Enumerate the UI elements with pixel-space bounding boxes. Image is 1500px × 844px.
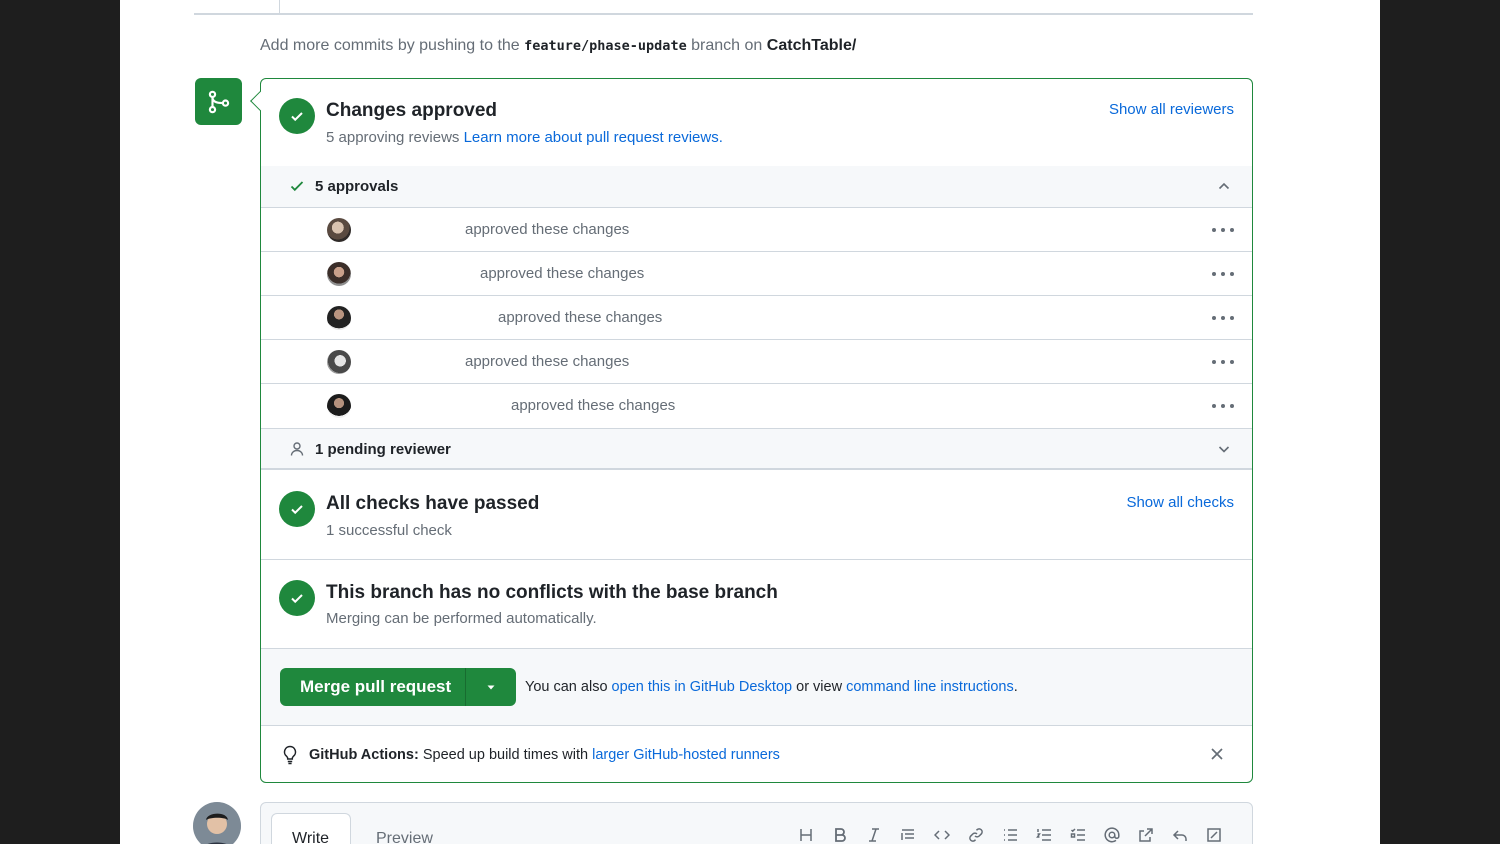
unordered-list-icon[interactable] bbox=[1000, 825, 1020, 844]
merge-section: Merge pull request You can also open thi… bbox=[261, 648, 1252, 725]
light-bulb-icon bbox=[281, 745, 299, 770]
review-title: Changes approved bbox=[326, 100, 498, 121]
conflicts-title: This branch has no conflicts with the ba… bbox=[326, 582, 778, 603]
cross-reference-icon[interactable] bbox=[1136, 825, 1156, 844]
link-icon[interactable] bbox=[966, 825, 986, 844]
kebab-horizontal-icon[interactable] bbox=[1212, 396, 1234, 416]
avatar[interactable] bbox=[327, 306, 351, 330]
approvals-label: 5 approvals bbox=[315, 178, 399, 195]
approval-text: approved these changes bbox=[498, 309, 663, 326]
approval-text: approved these changes bbox=[465, 353, 630, 370]
avatar[interactable] bbox=[327, 262, 351, 286]
comment-editor: Write Preview bbox=[260, 802, 1253, 844]
person-icon bbox=[289, 441, 305, 462]
quote-icon[interactable] bbox=[898, 825, 918, 844]
approval-text: approved these changes bbox=[480, 265, 645, 282]
actions-label: GitHub Actions: bbox=[309, 747, 419, 763]
checks-title: All checks have passed bbox=[326, 493, 540, 514]
timeline-line bbox=[279, 0, 280, 13]
code-icon[interactable] bbox=[932, 825, 952, 844]
close-icon[interactable] bbox=[1210, 747, 1224, 766]
conflicts-subtitle: Merging can be performed automatically. bbox=[326, 610, 597, 627]
repo-name: CatchTable/ bbox=[766, 37, 857, 54]
merge-button-group: Merge pull request bbox=[280, 668, 516, 706]
kebab-horizontal-icon[interactable] bbox=[1212, 220, 1234, 240]
avatar[interactable] bbox=[327, 350, 351, 374]
push-hint: Add more commits by pushing to the featu… bbox=[260, 37, 856, 55]
approval-row: approved these changes bbox=[261, 339, 1252, 383]
merge-pull-request-button[interactable]: Merge pull request bbox=[280, 668, 466, 706]
review-count: 5 approving reviews bbox=[326, 129, 460, 146]
approval-row: approved these changes bbox=[261, 251, 1252, 295]
also-prefix: You can also bbox=[525, 679, 608, 695]
check-icon bbox=[289, 178, 305, 199]
show-all-reviewers-link[interactable]: Show all reviewers bbox=[1109, 101, 1234, 118]
pull-request-page: Add more commits by pushing to the featu… bbox=[120, 0, 1380, 844]
approvals-header[interactable]: 5 approvals bbox=[261, 166, 1252, 207]
kebab-horizontal-icon[interactable] bbox=[1212, 352, 1234, 372]
larger-runners-link[interactable]: larger GitHub-hosted runners bbox=[592, 747, 780, 763]
actions-tip-section: GitHub Actions: Speed up build times wit… bbox=[261, 725, 1252, 782]
tab-preview[interactable]: Preview bbox=[376, 813, 433, 844]
pending-reviewer-label: 1 pending reviewer bbox=[315, 441, 451, 458]
approval-text: approved these changes bbox=[511, 397, 676, 414]
task-list-icon[interactable] bbox=[1068, 825, 1088, 844]
check-circle-icon bbox=[279, 491, 315, 527]
branch-name: feature/phase-update bbox=[524, 38, 687, 54]
command-line-link[interactable]: command line instructions bbox=[846, 679, 1014, 695]
triangle-down-icon bbox=[487, 685, 495, 690]
approval-row: approved these changes bbox=[261, 207, 1252, 251]
avatar[interactable] bbox=[327, 394, 351, 418]
chevron-up-icon[interactable] bbox=[1216, 178, 1232, 199]
actions-tip: GitHub Actions: Speed up build times wit… bbox=[309, 747, 780, 763]
show-all-checks-link[interactable]: Show all checks bbox=[1126, 494, 1234, 511]
review-subtitle: 5 approving reviews Learn more about pul… bbox=[326, 129, 723, 146]
check-circle-icon bbox=[279, 98, 315, 134]
avatar[interactable] bbox=[193, 802, 241, 844]
kebab-horizontal-icon[interactable] bbox=[1212, 264, 1234, 284]
heading-icon[interactable] bbox=[796, 825, 816, 844]
or-view-text: or view bbox=[796, 679, 843, 695]
push-hint-middle: branch on bbox=[691, 37, 763, 54]
push-hint-prefix: Add more commits by pushing to the bbox=[260, 37, 520, 54]
fullscreen-icon[interactable] bbox=[1204, 825, 1224, 844]
ordered-list-icon[interactable] bbox=[1034, 825, 1054, 844]
learn-more-link[interactable]: Learn more about pull request reviews. bbox=[464, 129, 723, 146]
approval-row: approved these changes bbox=[261, 383, 1252, 427]
merge-options-dropdown[interactable] bbox=[466, 668, 516, 706]
bold-icon[interactable] bbox=[830, 825, 850, 844]
italic-icon[interactable] bbox=[864, 825, 884, 844]
check-circle-icon bbox=[279, 580, 315, 616]
avatar[interactable] bbox=[327, 218, 351, 242]
chevron-down-icon[interactable] bbox=[1216, 441, 1232, 462]
reply-icon[interactable] bbox=[1170, 825, 1190, 844]
mention-icon[interactable] bbox=[1102, 825, 1122, 844]
conflicts-section: This branch has no conflicts with the ba… bbox=[261, 559, 1252, 647]
period: . bbox=[1013, 679, 1018, 695]
approval-text: approved these changes bbox=[465, 221, 630, 238]
merge-alternatives: You can also open this in GitHub Desktop… bbox=[525, 679, 1018, 695]
actions-text: Speed up build times with bbox=[422, 747, 589, 763]
tab-write[interactable]: Write bbox=[271, 813, 351, 844]
markdown-toolbar bbox=[796, 825, 1224, 844]
kebab-horizontal-icon[interactable] bbox=[1212, 308, 1234, 328]
checks-subtitle: 1 successful check bbox=[326, 522, 452, 539]
merge-status-box: Changes approved 5 approving reviews Lea… bbox=[260, 78, 1253, 783]
divider bbox=[194, 13, 1253, 15]
pending-reviewer-row[interactable]: 1 pending reviewer bbox=[261, 428, 1252, 470]
git-merge-icon bbox=[195, 78, 242, 125]
approval-row: approved these changes bbox=[261, 295, 1252, 339]
github-desktop-link[interactable]: open this in GitHub Desktop bbox=[612, 679, 793, 695]
